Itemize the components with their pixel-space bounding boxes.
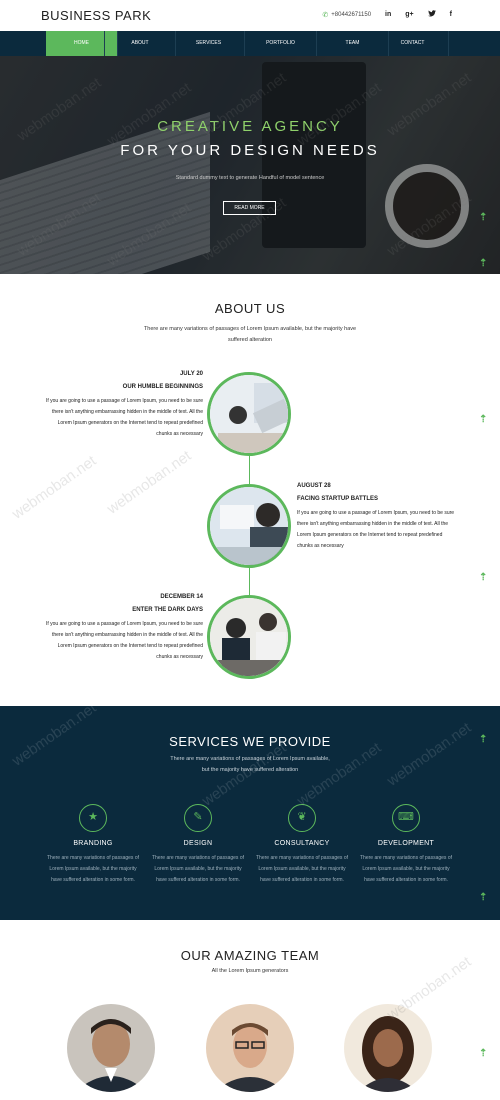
- nav-portfolio[interactable]: PORTFOLIO: [245, 31, 317, 56]
- scroll-up-icon[interactable]: ⇡: [479, 414, 487, 425]
- team-member-photo[interactable]: [344, 1004, 432, 1092]
- nav-contact[interactable]: CONTACT: [377, 31, 449, 56]
- main-nav: HOME ABOUT SERVICES PORTFOLIO TEAM CONTA…: [0, 31, 500, 56]
- google-plus-icon[interactable]: g+: [405, 11, 413, 18]
- phone-number: +80442671150: [331, 11, 372, 18]
- team-title: OUR AMAZING TEAM: [180, 948, 320, 963]
- services-section: SERVICES WE PROVIDE There are many varia…: [0, 699, 500, 920]
- service-branding[interactable]: ★ BRANDING There are many variations of …: [44, 804, 142, 886]
- scroll-up-icon[interactable]: ⇡: [479, 892, 487, 903]
- facebook-icon[interactable]: f: [450, 11, 452, 18]
- event-photo: [207, 372, 291, 456]
- scroll-up-icon[interactable]: ⇡: [479, 258, 487, 269]
- linkedin-icon[interactable]: in: [385, 11, 391, 18]
- hero-title: CREATIVE AGENCY: [157, 118, 343, 135]
- service-consultancy[interactable]: ❦ CONSULTANCY There are many variations …: [253, 804, 351, 886]
- team-member-photo[interactable]: [206, 1004, 294, 1092]
- event-text: If you are going to use a passage of Lor…: [297, 510, 455, 549]
- team-section: OUR AMAZING TEAM All the Lorem Ipsum gen…: [0, 920, 500, 1100]
- brand-logo[interactable]: BUSINESS PARK: [41, 8, 151, 23]
- event-date: AUGUST 28: [297, 483, 331, 489]
- scroll-up-icon[interactable]: ⇡: [479, 572, 487, 583]
- header-contact: ✆ +80442671150 in g+ f: [322, 10, 452, 19]
- event-date: DECEMBER 14: [160, 594, 203, 600]
- team-subtitle: All the Lorem Ipsum generators: [211, 968, 289, 974]
- about-section: ABOUT US There are many variations of pa…: [0, 274, 500, 706]
- read-more-button[interactable]: READ MORE: [223, 201, 276, 215]
- phone-icon: ✆: [322, 11, 329, 19]
- scroll-up-icon[interactable]: ⇡: [479, 212, 487, 223]
- scroll-up-icon[interactable]: ⇡: [479, 1048, 487, 1059]
- about-description: There are many variations of passages of…: [143, 326, 357, 343]
- service-design[interactable]: ✎ DESIGN There are many variations of pa…: [149, 804, 247, 886]
- services-description: There are many variations of passages of…: [170, 756, 330, 773]
- nav-services[interactable]: SERVICES: [173, 31, 245, 56]
- watermark-text: webmoban.net: [9, 452, 100, 523]
- event-photo: [207, 595, 291, 679]
- code-icon: ⌨: [392, 804, 420, 832]
- hero-description: Standard dummy text to generate Handful …: [175, 175, 325, 181]
- hero-banner: CREATIVE AGENCY FOR YOUR DESIGN NEEDS St…: [0, 56, 500, 274]
- event-title: OUR HUMBLE BEGINNINGS: [122, 384, 203, 390]
- event-text: If you are going to use a passage of Lor…: [45, 398, 203, 437]
- watermark-text: webmoban.net: [104, 447, 195, 518]
- about-title: ABOUT US: [214, 301, 286, 316]
- watermark-text: webmoban.net: [384, 719, 475, 790]
- nav-about[interactable]: ABOUT: [104, 31, 176, 56]
- services-title: SERVICES WE PROVIDE: [169, 734, 331, 749]
- pencil-icon: ✎: [184, 804, 212, 832]
- team-member-photo[interactable]: [67, 1004, 155, 1092]
- event-date: JULY 20: [179, 371, 203, 377]
- event-photo: [207, 484, 291, 568]
- event-title: ENTER THE DARK DAYS: [132, 607, 203, 613]
- star-icon: ★: [79, 804, 107, 832]
- event-title: FACING STARTUP BATTLES: [297, 496, 378, 502]
- hero-subtitle: FOR YOUR DESIGN NEEDS: [120, 142, 380, 159]
- scroll-up-icon[interactable]: ⇡: [479, 734, 487, 745]
- event-text: If you are going to use a passage of Lor…: [45, 621, 203, 660]
- handshake-icon: ❦: [288, 804, 316, 832]
- service-development[interactable]: ⌨ DEVELOPMENT There are many variations …: [357, 804, 455, 886]
- site-header: BUSINESS PARK ✆ +80442671150 in g+ f: [0, 0, 500, 31]
- twitter-icon[interactable]: [427, 10, 436, 19]
